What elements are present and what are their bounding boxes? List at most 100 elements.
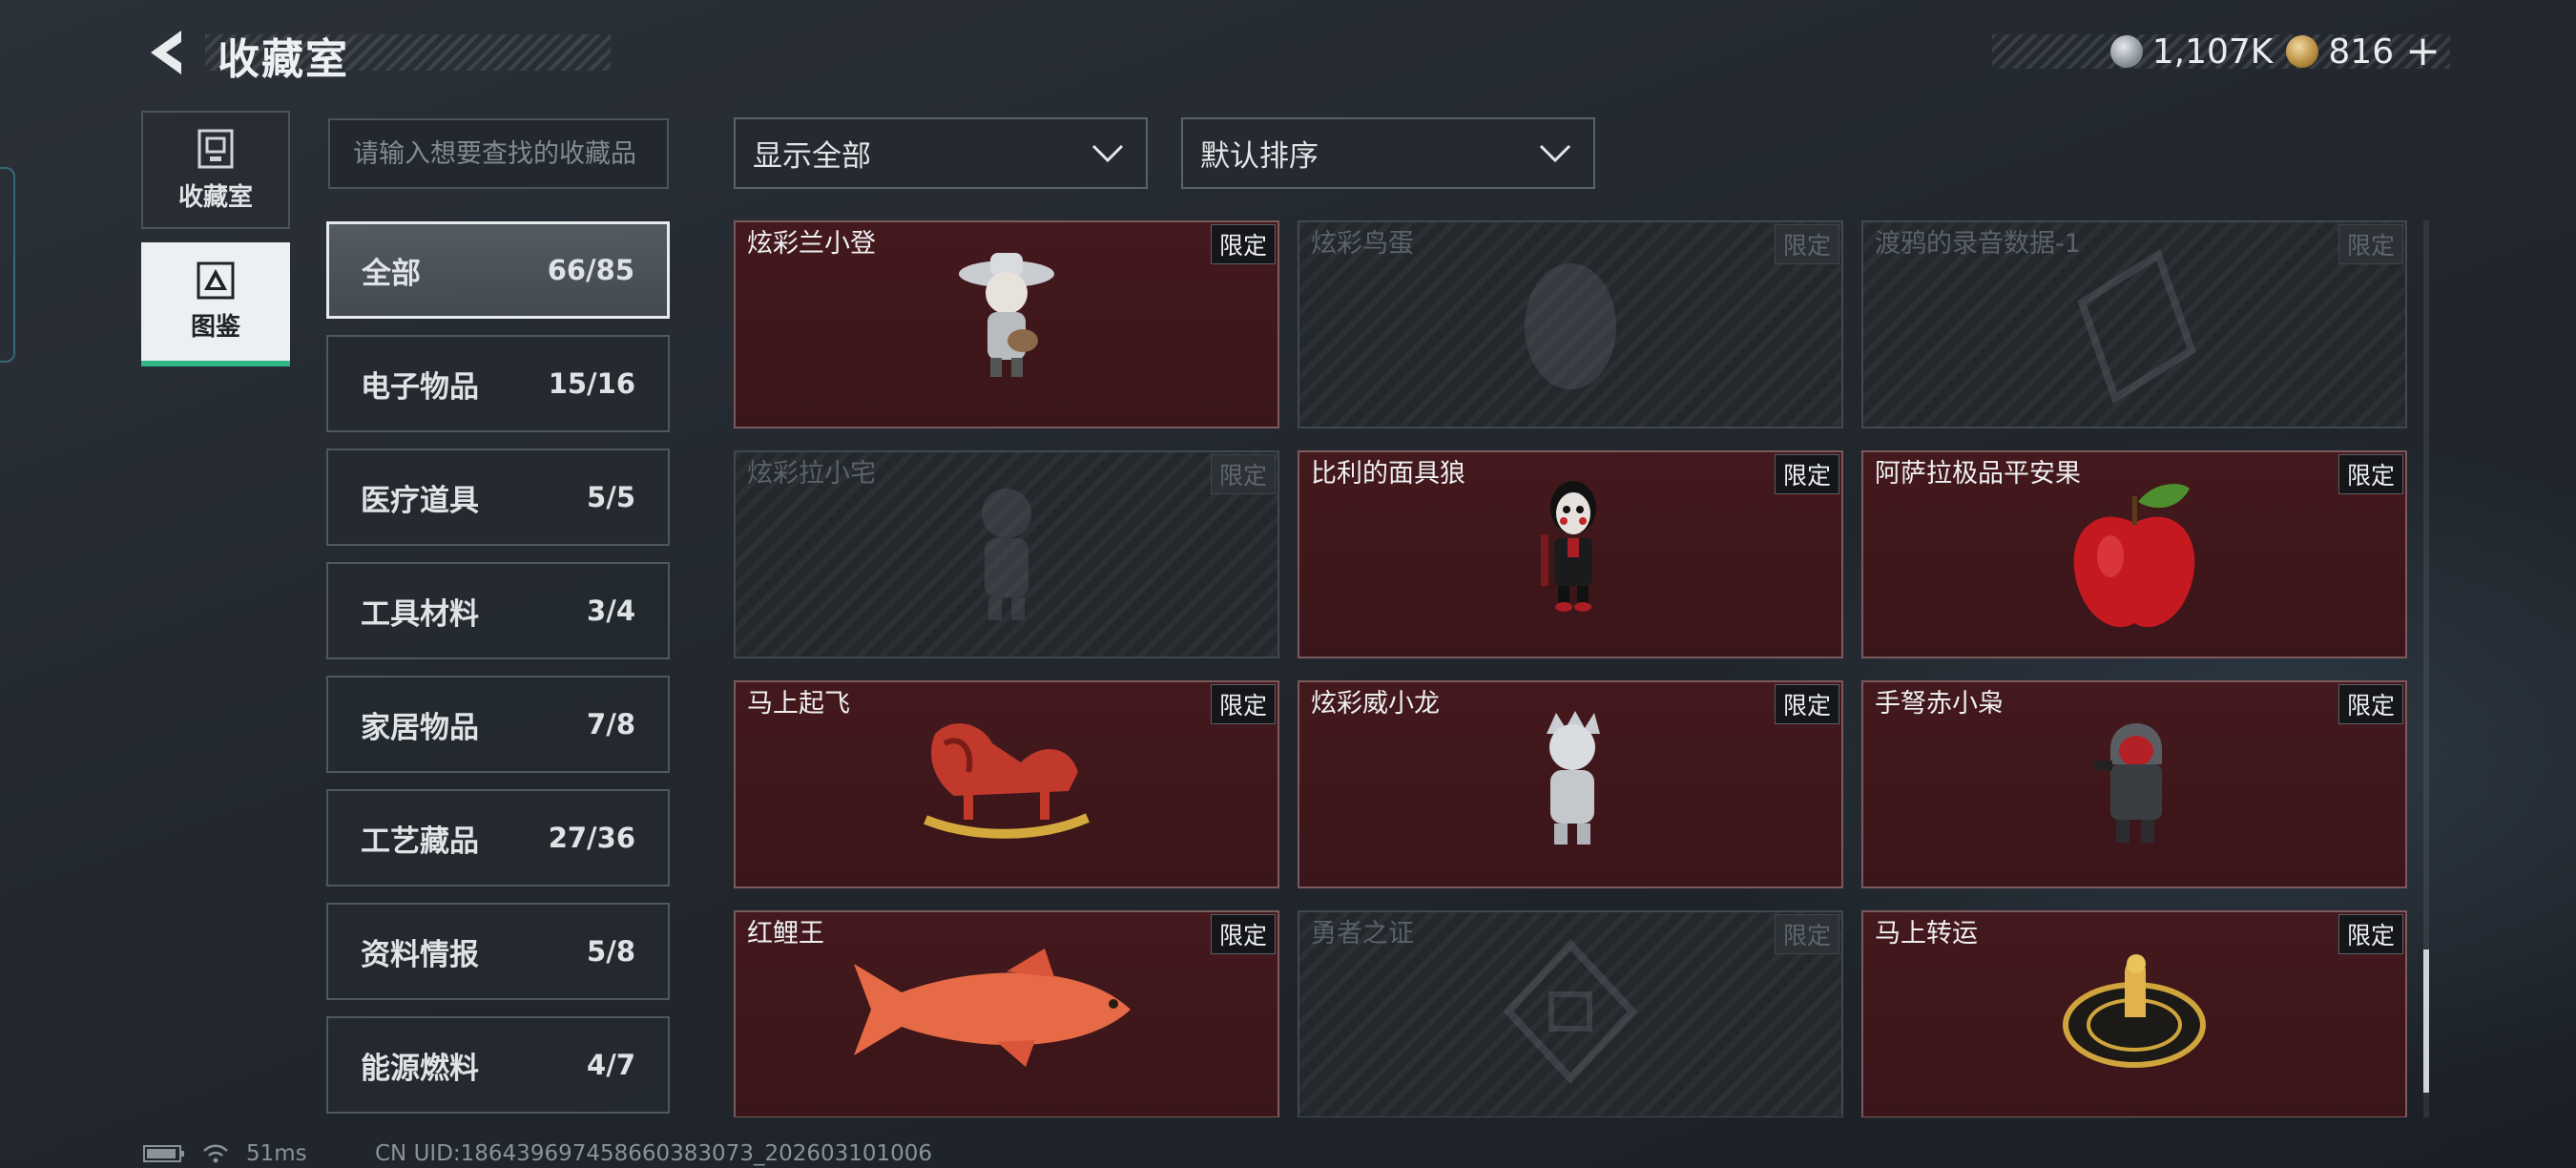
apple-icon	[2073, 484, 2195, 628]
limited-badge: 限定	[2337, 914, 2403, 954]
category-tools[interactable]: 工具材料 3/4	[326, 562, 670, 659]
limited-badge: 限定	[1774, 224, 1839, 264]
currency-bar: 1,107K 816 +	[1992, 31, 2450, 73]
category-count: 4/7	[587, 1049, 635, 1081]
category-name: 全部	[362, 256, 421, 291]
item-name: 炫彩拉小宅	[747, 459, 876, 489]
wifi-icon	[203, 1144, 228, 1163]
collection-room-icon	[197, 129, 234, 168]
doll-figure-icon	[982, 489, 1031, 620]
item-name: 手弩赤小枭	[1875, 689, 2004, 719]
category-crafts[interactable]: 工艺藏品 27/36	[326, 789, 670, 886]
collection-card[interactable]: 马上转运 限定	[1861, 910, 2407, 1117]
rocking-horse-icon	[924, 723, 1091, 839]
limited-badge: 限定	[1210, 454, 1276, 494]
item-name: 勇者之证	[1311, 919, 1414, 949]
limited-badge: 限定	[1210, 684, 1276, 724]
category-count: 15/16	[548, 367, 635, 400]
status-footer: 51ms	[143, 1141, 307, 1166]
user-uid: CN UID:1864396974586603830​73_2026031010…	[375, 1141, 933, 1166]
category-name: 资料情报	[361, 937, 479, 972]
category-medical[interactable]: 医疗道具 5/5	[326, 448, 670, 546]
collection-card[interactable]: 炫彩拉小宅 限定	[734, 450, 1279, 658]
limited-badge: 限定	[1774, 684, 1839, 724]
collection-card[interactable]: 马上起飞 限定	[734, 680, 1279, 888]
grid-scrollbar-thumb[interactable]	[2423, 949, 2429, 1093]
mode-label: 图鉴	[190, 312, 240, 342]
collection-grid[interactable]: 炫彩兰小登 限定 炫彩鸟蛋 限定 渡鸦的录音数据-1 限定 炫彩拉小宅 限定 比…	[734, 220, 2407, 1117]
item-name: 炫彩威小龙	[1311, 689, 1440, 719]
back-arrow-icon[interactable]	[143, 27, 191, 78]
egg-icon	[1525, 263, 1616, 389]
limited-badge: 限定	[1774, 454, 1839, 494]
collection-card[interactable]: 手弩赤小枭 限定	[1861, 680, 2407, 888]
category-count: 3/4	[587, 594, 635, 627]
category-name: 家居物品	[361, 710, 479, 745]
category-electronics[interactable]: 电子物品 15/16	[326, 335, 670, 432]
collection-card[interactable]: 比利的面具狼 限定	[1298, 450, 1843, 658]
hooded-figure-icon	[2093, 723, 2162, 843]
category-energy[interactable]: 能源燃料 4/7	[326, 1016, 670, 1114]
sort-dropdown[interactable]: 默认排序	[1181, 117, 1595, 189]
collection-card[interactable]: 炫彩威小龙 限定	[1298, 680, 1843, 888]
item-name: 比利的面具狼	[1311, 459, 1465, 489]
mode-label: 收藏室	[177, 182, 253, 212]
mode-codex[interactable]: 图鉴	[141, 242, 290, 366]
limited-badge: 限定	[1210, 224, 1276, 264]
category-intel[interactable]: 资料情报 5/8	[326, 903, 670, 1000]
limited-badge: 限定	[2337, 224, 2403, 264]
sort-value: 默认排序	[1200, 139, 1319, 174]
data-card-icon	[2077, 248, 2196, 405]
collection-card[interactable]: 炫彩鸟蛋 限定	[1298, 220, 1843, 428]
category-name: 工艺藏品	[361, 824, 479, 859]
collection-card[interactable]: 勇者之证 限定	[1298, 910, 1843, 1117]
display-filter-value: 显示全部	[753, 139, 871, 174]
silver-currency-value: 1,107K	[2151, 31, 2274, 72]
silver-currency: 1,107K	[2109, 31, 2274, 72]
gold-coin-icon	[2286, 35, 2319, 68]
item-name: 阿萨拉极品平安果	[1875, 459, 2081, 489]
category-count: 5/5	[587, 481, 635, 513]
category-count: 5/8	[587, 935, 635, 968]
search-input[interactable]	[328, 118, 669, 189]
chevron-down-icon	[1539, 144, 1571, 162]
collection-card[interactable]: 阿萨拉极品平安果 限定	[1861, 450, 2407, 658]
category-household[interactable]: 家居物品 7/8	[326, 676, 670, 773]
badge-card-icon	[1503, 939, 1638, 1084]
category-name: 电子物品	[361, 369, 479, 405]
item-name: 渡鸦的录音数据-1	[1875, 229, 2081, 259]
ping-value: 51ms	[246, 1141, 307, 1166]
doll-figure-icon	[959, 253, 1054, 377]
item-name: 炫彩鸟蛋	[1311, 229, 1414, 259]
category-count: 27/36	[548, 822, 635, 854]
page-title: 收藏室	[218, 35, 349, 84]
side-drawer-tab[interactable]	[0, 167, 15, 363]
collection-card[interactable]: 炫彩兰小登 限定	[734, 220, 1279, 428]
display-filter-dropdown[interactable]: 显示全部	[734, 117, 1148, 189]
koi-fish-icon	[854, 949, 1131, 1067]
category-name: 能源燃料	[361, 1051, 479, 1086]
limited-badge: 限定	[2337, 454, 2403, 494]
mode-collection-room[interactable]: 收藏室	[141, 111, 290, 229]
chevron-down-icon	[1091, 144, 1124, 162]
category-count: 7/8	[587, 708, 635, 740]
item-name: 马上起飞	[747, 689, 850, 719]
item-name: 红鲤王	[747, 919, 824, 949]
category-name: 工具材料	[361, 596, 479, 632]
category-all[interactable]: 全部 66/85	[326, 221, 670, 319]
item-name: 炫彩兰小登	[747, 229, 876, 259]
category-name: 医疗道具	[361, 483, 479, 518]
silver-coin-icon	[2109, 35, 2143, 68]
limited-badge: 限定	[2337, 684, 2403, 724]
collection-card[interactable]: 红鲤王 限定	[734, 910, 1279, 1117]
add-currency-button[interactable]: +	[2405, 31, 2441, 73]
gold-currency: 816 +	[2286, 31, 2441, 73]
lucky-disc-icon	[2063, 954, 2206, 1068]
doll-figure-icon	[1547, 711, 1600, 845]
gold-currency-value: 816	[2328, 31, 2395, 72]
battery-icon	[143, 1145, 184, 1162]
collection-card[interactable]: 渡鸦的录音数据-1 限定	[1861, 220, 2407, 428]
category-count: 66/85	[547, 254, 634, 286]
codex-icon	[197, 261, 235, 299]
limited-badge: 限定	[1210, 914, 1276, 954]
